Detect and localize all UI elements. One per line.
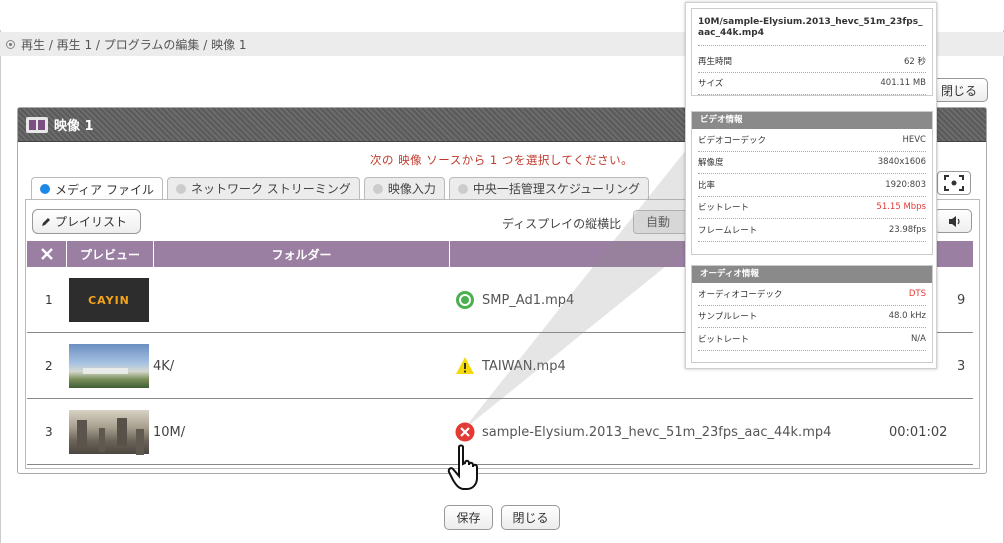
radio-icon (175, 183, 186, 194)
tab-label: ネットワーク ストリーミング (190, 182, 351, 196)
radio-icon (40, 184, 50, 194)
info-value: 62 秒 (903, 56, 926, 67)
row-duration: 9 (957, 292, 966, 308)
bullet-icon (6, 39, 15, 49)
popup-filename: 10M/sample-Elysium.2013_hevc_51m_23fps_a… (698, 17, 926, 46)
tab-label: 映像入力 (387, 182, 436, 196)
row-duration: 00:01:02 (889, 424, 948, 440)
info-label: ビットレート (698, 334, 750, 345)
info-value: 23.98fps (888, 224, 926, 235)
aspect-ratio-label: ディスプレイの縦横比 (502, 217, 622, 231)
file-info-popup: 10M/sample-Elysium.2013_hevc_51m_23fps_a… (685, 2, 937, 369)
info-row: 比率 1920:803 (698, 174, 926, 197)
video-info-title: ビデオ情報 (692, 112, 932, 129)
top-close-button[interactable]: 閉じる (932, 78, 988, 102)
info-label: 再生時間 (698, 56, 733, 67)
panel-title: 映像 1 (54, 119, 94, 134)
status-ok-icon (456, 291, 474, 309)
instruction-text: 次の 映像 ソースから 1 つを選択してください。 (370, 153, 634, 167)
row-file: TAIWAN.mp4 (482, 358, 566, 374)
info-value: 51.15 Mbps (876, 202, 926, 213)
tab-central-scheduling[interactable]: 中央一括管理スケジューリング (448, 177, 649, 199)
info-label: オーディオコーデック (698, 289, 783, 300)
info-value: N/A (910, 333, 926, 344)
source-tabs: メディア ファイル ネットワーク ストリーミング 映像入力 中央一括管理スケジュ… (31, 177, 653, 200)
preview-thumbnail: CAYIN (69, 278, 149, 322)
info-row: 解像度 3840x1606 (698, 152, 926, 174)
audio-button[interactable] (934, 209, 972, 233)
info-row: 再生時間 62 秒 (698, 50, 926, 73)
info-value: HEVC (902, 134, 926, 145)
row-index: 2 (45, 359, 53, 373)
row-file: SMP_Ad1.mp4 (482, 292, 575, 308)
info-value: 48.0 kHz (888, 311, 926, 322)
close-button[interactable]: 閉じる (501, 505, 560, 530)
info-row: ビットレート N/A (698, 328, 926, 351)
info-value: 401.11 MB (880, 78, 926, 89)
info-label: 比率 (698, 180, 716, 191)
info-row: ビットレート 51.15 Mbps (698, 197, 926, 219)
tab-label: 中央一括管理スケジューリング (472, 182, 640, 196)
video-info: ビデオ情報 ビデオコーデック HEVC 解像度 3840x1606 比率 1920:8… (691, 111, 933, 255)
close-icon (40, 248, 53, 260)
save-button[interactable]: 保存 (444, 505, 493, 530)
remove-all-button[interactable] (27, 241, 67, 267)
row-index: 3 (45, 425, 53, 439)
row-folder: 10M/ (153, 424, 186, 440)
aspect-ratio-select[interactable]: 自動 (633, 210, 693, 234)
hand-cursor-icon (447, 444, 478, 490)
cayin-logo: CAYIN (88, 293, 130, 307)
playlist-button[interactable]: プレイリスト (32, 209, 141, 234)
radio-icon (372, 183, 383, 194)
col-folder: フォルダー (154, 241, 450, 267)
playlist-label: プレイリスト (55, 215, 128, 229)
general-info: 10M/sample-Elysium.2013_hevc_51m_23fps_a… (691, 8, 933, 96)
tab-label: メディア ファイル (55, 182, 154, 197)
row-index: 1 (45, 293, 53, 307)
info-row: オーディオコーデック DTS (698, 283, 926, 306)
info-row: サイズ 401.11 MB (698, 73, 926, 95)
speaker-icon (949, 216, 960, 227)
status-warning-icon (456, 357, 474, 374)
info-value: 3840x1606 (877, 157, 926, 168)
info-label: ビデオコーデック (698, 135, 767, 146)
radio-icon (457, 183, 468, 194)
info-row: ビデオコーデック HEVC (698, 129, 926, 152)
col-preview: プレビュー (67, 241, 154, 267)
row-folder: 4K/ (153, 358, 175, 374)
row-duration: 3 (957, 358, 966, 374)
preview-thumbnail (69, 410, 149, 454)
frame-corners-icon (944, 175, 964, 191)
breadcrumb-text: 再生 / 再生 1 / プログラムの編集 / 映像 1 (21, 37, 247, 52)
info-label: フレームレート (698, 225, 758, 236)
pencil-icon (42, 217, 50, 226)
preview-thumbnail (69, 344, 149, 388)
tab-network-streaming[interactable]: ネットワーク ストリーミング (166, 177, 360, 199)
info-row: サンプルレート 48.0 kHz (698, 306, 926, 328)
audio-info-title: オーディオ情報 (692, 266, 932, 283)
info-label: ビットレート (698, 203, 750, 214)
status-error-icon[interactable] (455, 422, 475, 442)
info-label: サイズ (698, 79, 724, 90)
tab-media-file[interactable]: メディア ファイル (31, 177, 163, 200)
info-label: サンプルレート (698, 312, 758, 323)
fullscreen-fit-button[interactable] (937, 171, 971, 195)
info-row: フレームレート 23.98fps (698, 219, 926, 242)
audio-info: オーディオ情報 オーディオコーデック DTS サンプルレート 48.0 kHz ビッ… (691, 265, 933, 363)
info-label: 解像度 (698, 158, 724, 169)
table-row[interactable]: 3 10M/ sample-Elysium.2013_hevc_51m_23fp… (27, 399, 973, 465)
row-file: sample-Elysium.2013_hevc_51m_23fps_aac_4… (482, 424, 832, 440)
info-value: DTS (908, 288, 926, 299)
tab-video-input[interactable]: 映像入力 (363, 177, 445, 199)
info-value: 1920:803 (885, 179, 926, 190)
film-icon (26, 116, 48, 133)
